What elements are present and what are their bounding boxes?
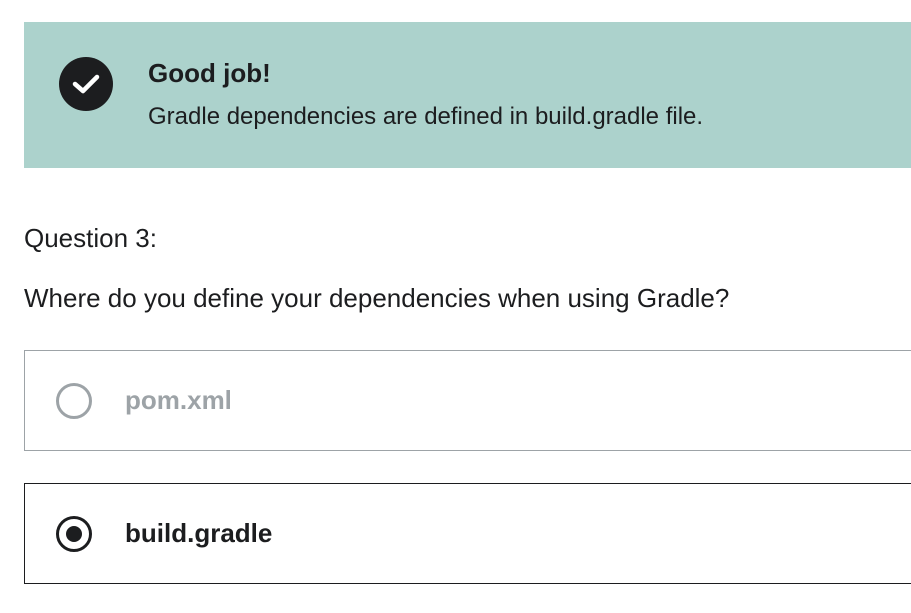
check-circle-icon	[59, 57, 113, 111]
feedback-title: Good job!	[148, 58, 271, 88]
checkmark-icon	[72, 74, 100, 94]
radio-button-unselected[interactable]	[56, 383, 92, 419]
question-number: Question 3:	[24, 223, 157, 253]
answer-option-build-gradle[interactable]: build.gradle	[24, 483, 911, 584]
answer-option-pom-xml[interactable]: pom.xml	[24, 350, 911, 451]
radio-button-selected[interactable]	[56, 516, 92, 552]
answer-option-label: pom.xml	[125, 385, 232, 415]
answer-option-label: build.gradle	[125, 518, 273, 548]
quiz-page: Good job! Gradle dependencies are define…	[0, 0, 911, 613]
feedback-message: Gradle dependencies are defined in build…	[148, 103, 704, 130]
feedback-banner: Good job! Gradle dependencies are define…	[24, 22, 911, 168]
question-prompt: Where do you define your dependencies wh…	[24, 283, 730, 313]
